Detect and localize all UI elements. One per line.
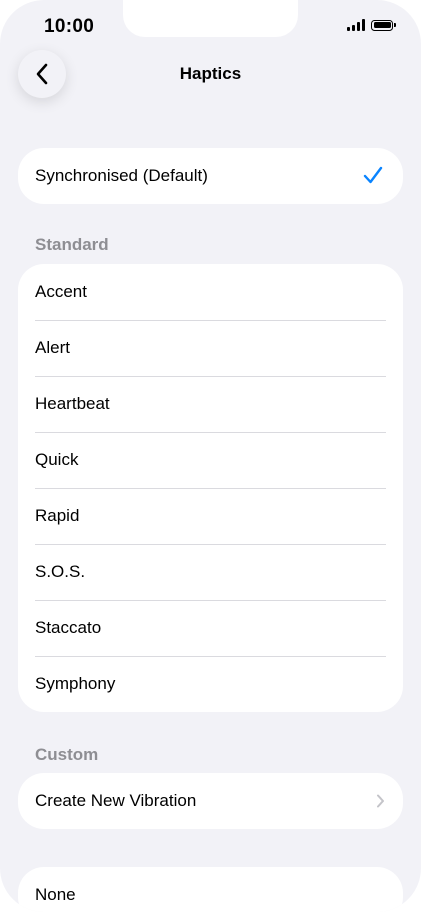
list-item-label: Symphony (35, 674, 116, 693)
status-icons (347, 19, 396, 31)
list-item-label: Heartbeat (35, 394, 110, 413)
create-new-vibration-button[interactable]: Create New Vibration (18, 773, 403, 829)
status-time: 10:00 (44, 16, 95, 37)
list-item-accent[interactable]: Accent (18, 264, 403, 320)
option-none[interactable]: None (18, 867, 403, 912)
list-item-label: Staccato (35, 618, 102, 637)
option-synchronised[interactable]: Synchronised (Default) (18, 148, 403, 204)
list-item-symphony[interactable]: Symphony (18, 656, 403, 712)
create-new-vibration-label: Create New Vibration (35, 791, 197, 810)
section-header-standard: Standard (35, 235, 109, 254)
list-item-label: Alert (35, 338, 70, 357)
list-item-quick[interactable]: Quick (18, 432, 403, 488)
checkmark-icon (363, 166, 383, 184)
list-item-alert[interactable]: Alert (18, 320, 403, 376)
selected-option-card: Synchronised (Default) (18, 148, 403, 204)
chevron-right-icon (377, 794, 384, 808)
none-option-card: None (18, 867, 403, 912)
list-item-staccato[interactable]: Staccato (18, 600, 403, 656)
battery-icon (371, 19, 396, 31)
page-title: Haptics (179, 64, 242, 83)
section-header-custom: Custom (35, 745, 99, 764)
list-item-rapid[interactable]: Rapid (18, 488, 403, 544)
device-notch (123, 0, 298, 37)
standard-list: Accent Alert Heartbeat Quick Rapid S.O.S… (18, 264, 403, 712)
option-label: Synchronised (Default) (35, 166, 208, 185)
custom-list: Create New Vibration (18, 773, 403, 829)
list-item-heartbeat[interactable]: Heartbeat (18, 376, 403, 432)
list-item-label: Quick (35, 450, 79, 469)
list-item-label: S.O.S. (35, 562, 86, 581)
phone-screen: 10:00 Haptics Synchronised (Default) Sta… (0, 0, 421, 912)
signal-icon (347, 19, 365, 31)
list-item-label: Rapid (35, 506, 80, 525)
list-item-label: Accent (35, 282, 87, 301)
list-item-sos[interactable]: S.O.S. (18, 544, 403, 600)
option-label: None (35, 885, 76, 904)
